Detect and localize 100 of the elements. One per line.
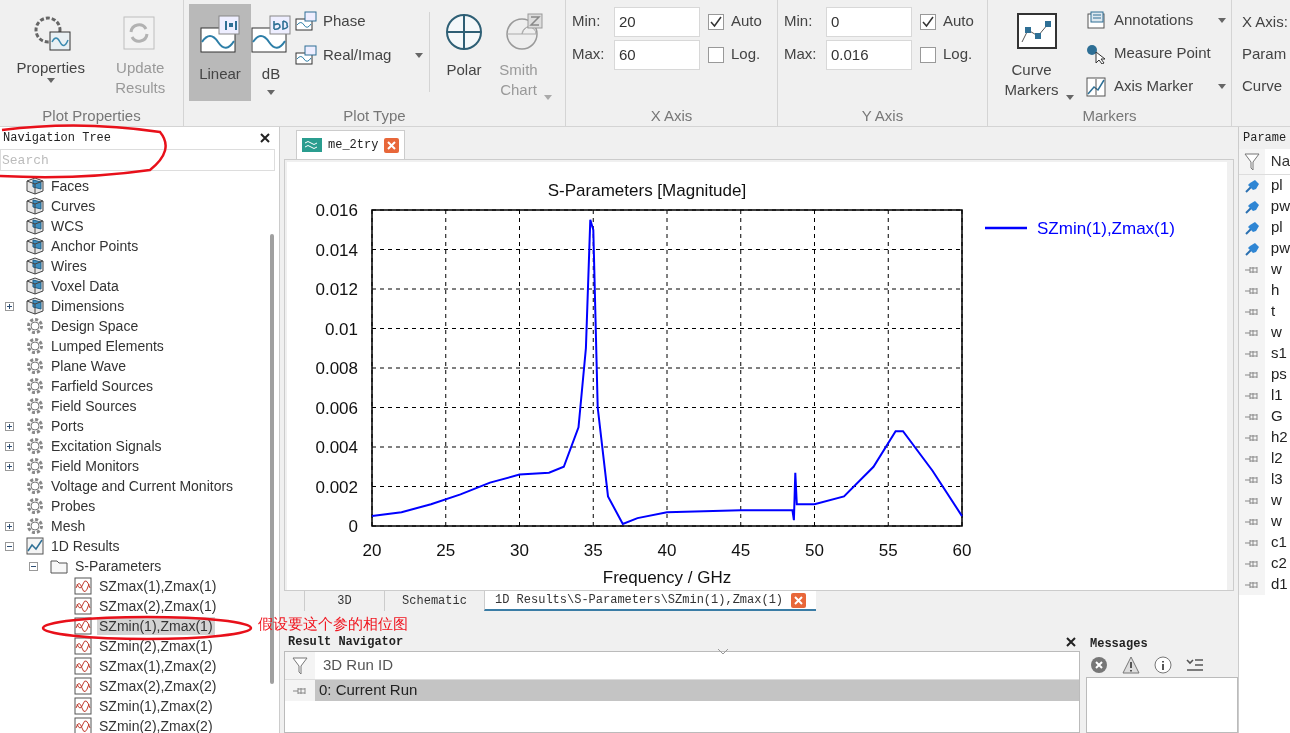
pin-icon bbox=[1245, 265, 1259, 274]
input-field[interactable]: 60 bbox=[614, 39, 700, 70]
checkbox[interactable]: Log. bbox=[708, 43, 761, 66]
tree-item[interactable]: Farfield Sources bbox=[49, 377, 155, 395]
table-cell-text: pw bbox=[1269, 238, 1290, 259]
marker-tool-button[interactable]: Axis Marker bbox=[1086, 74, 1226, 99]
marker-tool-button[interactable]: Measure Point bbox=[1086, 41, 1226, 66]
chart-title: S-Parameters [Magnitude] bbox=[547, 181, 747, 200]
tree-item[interactable]: SZmax(1),Zmax(2) bbox=[97, 657, 219, 675]
cube-icon bbox=[26, 217, 44, 235]
tree-item[interactable]: Lumped Elements bbox=[49, 337, 166, 355]
real-imag-button[interactable]: Real/Imag bbox=[295, 42, 424, 68]
tree-item[interactable]: Probes bbox=[49, 497, 98, 515]
tree-item[interactable]: S-Parameters bbox=[73, 557, 164, 575]
y-tick-label: 0.004 bbox=[315, 438, 358, 457]
pin-icon bbox=[1245, 475, 1259, 484]
checkbox[interactable]: Auto bbox=[708, 10, 762, 33]
panel-title: Messages bbox=[1089, 636, 1149, 653]
table-cell-text: l2 bbox=[1270, 448, 1283, 469]
view-tab[interactable]: 1D Results\S-Parameters\SZmin(1),Zmax(1) bbox=[484, 591, 817, 611]
table-row[interactable]: 0: Current Run bbox=[315, 680, 1079, 701]
caret-icon bbox=[46, 78, 55, 83]
pin-icon bbox=[293, 686, 307, 695]
expand-icon[interactable] bbox=[5, 441, 14, 451]
table-cell-text: c1 bbox=[1270, 532, 1287, 553]
close-icon bbox=[260, 133, 270, 143]
legend-label: SZmin(1),Zmax(1) bbox=[1037, 219, 1175, 238]
marker-tool-button[interactable]: Annotations bbox=[1086, 8, 1226, 33]
expand-icon[interactable] bbox=[5, 301, 14, 311]
group-label: X Axis bbox=[649, 106, 694, 126]
expand-icon[interactable] bbox=[5, 421, 14, 431]
tree-item[interactable]: Design Space bbox=[49, 317, 141, 335]
wave-chart-icon bbox=[250, 14, 292, 54]
input-field[interactable]: 20 bbox=[614, 6, 700, 37]
caret-icon bbox=[415, 52, 424, 58]
expand-icon[interactable] bbox=[5, 521, 14, 531]
collapse-icon[interactable] bbox=[5, 541, 14, 551]
phase-button[interactable]: Phase bbox=[295, 8, 366, 34]
curve-chart-icon bbox=[74, 597, 92, 615]
tree-item[interactable]: Voxel Data bbox=[49, 277, 121, 295]
caret-icon bbox=[1065, 95, 1074, 100]
tree-item[interactable]: SZmax(1),Zmax(1) bbox=[97, 577, 219, 595]
curve-markers-button[interactable]: Curve Markers bbox=[998, 8, 1076, 100]
tree-item[interactable]: Dimensions bbox=[49, 297, 127, 315]
tree-item[interactable]: Anchor Points bbox=[49, 237, 141, 255]
info-icon[interactable] bbox=[1154, 656, 1172, 674]
tree-item[interactable]: SZmin(2),Zmax(2) bbox=[97, 717, 215, 733]
table-cell-text: w bbox=[1270, 490, 1282, 511]
properties-button[interactable]: Properties bbox=[8, 8, 94, 100]
polar-icon bbox=[444, 12, 484, 52]
collapse-icon[interactable] bbox=[29, 561, 38, 571]
x-tick-label: 50 bbox=[805, 541, 824, 560]
search-field[interactable]: Search bbox=[0, 149, 275, 171]
y-tick-label: 0.008 bbox=[315, 359, 358, 378]
tree-item[interactable]: Wires bbox=[49, 257, 89, 275]
expand-icon[interactable] bbox=[5, 461, 14, 471]
wave-icon bbox=[302, 138, 322, 152]
gear-icon bbox=[26, 377, 44, 395]
tree-item[interactable]: Faces bbox=[49, 177, 92, 195]
pin-icon bbox=[1245, 580, 1259, 589]
gear-icon bbox=[26, 317, 44, 335]
input-field[interactable]: 0 bbox=[826, 6, 912, 37]
warning-icon[interactable] bbox=[1122, 656, 1140, 674]
pin-icon bbox=[1243, 199, 1260, 214]
filter-icon bbox=[1243, 152, 1260, 171]
tree-item[interactable]: Plane Wave bbox=[49, 357, 128, 375]
plot-type-button[interactable]: dB bbox=[251, 4, 291, 101]
tree-item[interactable]: SZmax(2),Zmax(2) bbox=[97, 677, 219, 695]
group-label: Plot Properties bbox=[41, 106, 142, 126]
tree-item[interactable]: 1D Results bbox=[49, 537, 122, 555]
column-header[interactable]: 3D Run ID bbox=[315, 652, 394, 679]
document-tab[interactable]: me_2try bbox=[296, 130, 406, 159]
filter-icon bbox=[292, 656, 308, 675]
x-axis-label: Frequency / GHz bbox=[602, 568, 732, 587]
tree-item[interactable]: Curves bbox=[49, 197, 98, 215]
checkbox[interactable]: Log. bbox=[920, 43, 973, 66]
tree-item[interactable]: Excitation Signals bbox=[49, 437, 164, 455]
plot-type-button[interactable]: Linear bbox=[189, 4, 251, 101]
table-cell-text: s1 bbox=[1270, 343, 1287, 364]
tree-item[interactable]: Mesh bbox=[49, 517, 88, 535]
table-cell-text: w bbox=[1270, 259, 1282, 280]
tree-item[interactable]: SZmin(2),Zmax(1) bbox=[97, 637, 215, 655]
tree-item[interactable]: Voltage and Current Monitors bbox=[49, 477, 236, 495]
list-icon[interactable] bbox=[1186, 656, 1204, 674]
tree-item[interactable]: Field Monitors bbox=[49, 457, 141, 475]
column-header[interactable]: Na bbox=[1264, 150, 1290, 173]
view-tab[interactable]: 3D bbox=[304, 591, 384, 611]
polar-button[interactable]: Polar bbox=[434, 4, 494, 101]
ribbon-label: Param bbox=[1242, 44, 1288, 64]
table-cell-text: l1 bbox=[1270, 385, 1283, 406]
tree-item[interactable]: Field Sources bbox=[49, 397, 139, 415]
tree-item[interactable]: SZmin(1),Zmax(2) bbox=[97, 697, 215, 715]
tree-item[interactable]: SZmax(2),Zmax(1) bbox=[97, 597, 219, 615]
tree-item[interactable]: Ports bbox=[49, 417, 86, 435]
tree-item[interactable]: WCS bbox=[49, 217, 86, 235]
caret-icon bbox=[1218, 84, 1226, 89]
error-icon[interactable] bbox=[1090, 656, 1108, 674]
checkbox[interactable]: Auto bbox=[920, 10, 974, 33]
pin-icon bbox=[1245, 559, 1259, 568]
input-field[interactable]: 0.016 bbox=[826, 39, 912, 70]
